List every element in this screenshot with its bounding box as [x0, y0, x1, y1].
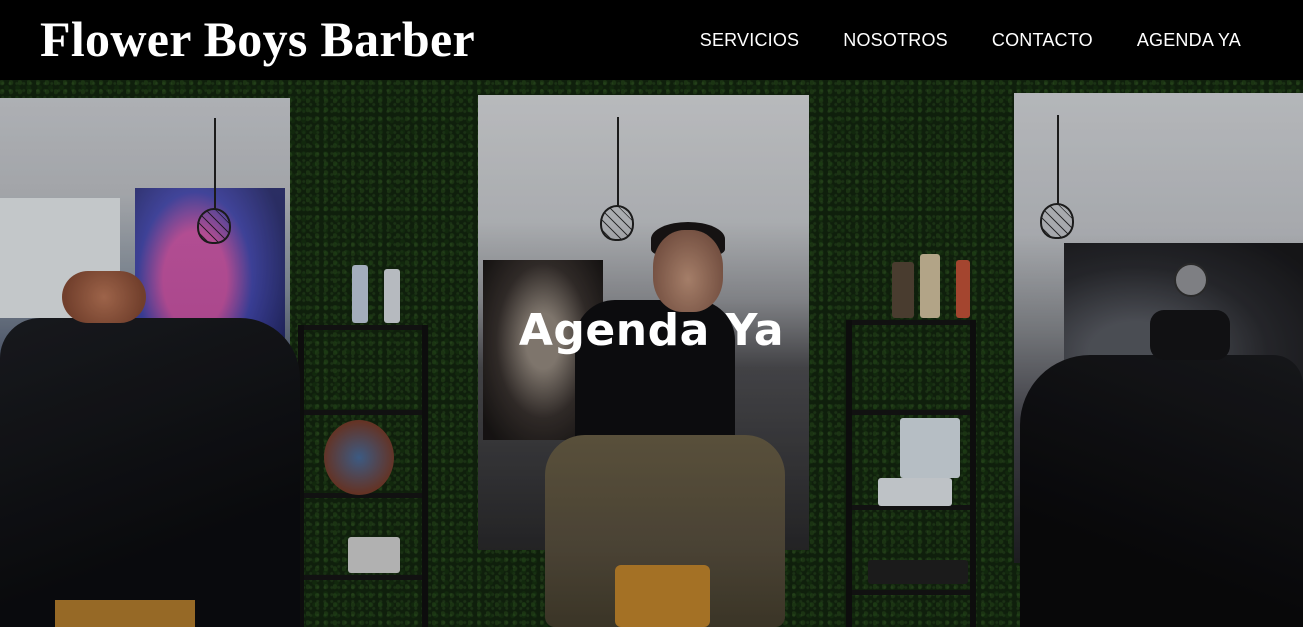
nav-agenda-ya[interactable]: AGENDA YA	[1137, 30, 1241, 51]
nav-servicios[interactable]: SERVICIOS	[700, 30, 800, 51]
main-nav: SERVICIOS NOSOTROS CONTACTO AGENDA YA	[700, 30, 1241, 51]
site-header: Flower Boys Barber SERVICIOS NOSOTROS CO…	[0, 0, 1303, 80]
hero-title-agenda-ya[interactable]: Agenda Ya	[0, 305, 1303, 356]
nav-contacto[interactable]: CONTACTO	[992, 30, 1093, 51]
site-logo[interactable]: Flower Boys Barber	[40, 14, 475, 64]
nav-nosotros[interactable]: NOSOTROS	[843, 30, 948, 51]
